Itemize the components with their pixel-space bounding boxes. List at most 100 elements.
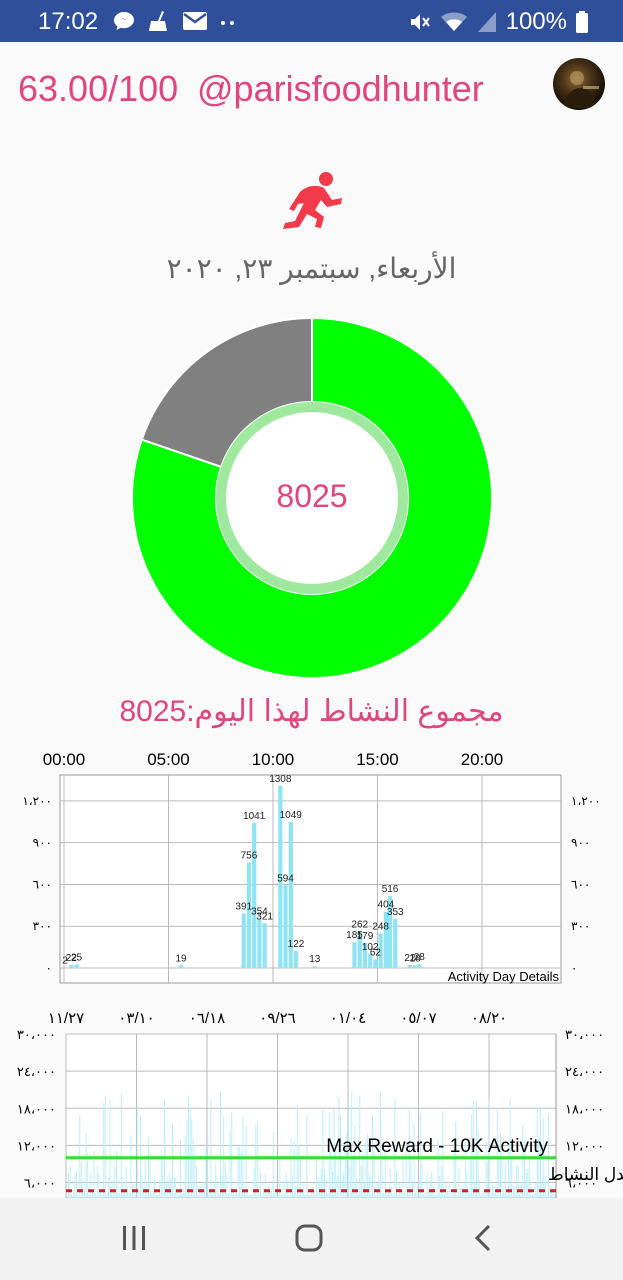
chart2-bar <box>237 1145 239 1198</box>
chart1-bar <box>352 942 357 968</box>
chart2-y-tick-right: ٢٤،٠٠٠ <box>565 1064 604 1079</box>
chart1-bar-label: 13 <box>309 954 321 965</box>
chart1-bar <box>312 966 317 968</box>
chart2-bar <box>527 1169 529 1198</box>
chart2-bar <box>138 1190 140 1198</box>
notification-icons <box>112 9 238 33</box>
chart1-bar-label: 248 <box>372 921 389 932</box>
chart2-bar <box>141 1174 143 1198</box>
date-label: الأربعاء, سبتمبر ٢٣, ٢٠٢٠ <box>166 253 457 284</box>
dots-icon <box>221 21 234 25</box>
chart1-bar <box>393 918 398 968</box>
chart2-bar <box>391 1186 393 1198</box>
chart2-bar <box>448 1181 450 1198</box>
chart2-bar <box>74 1177 76 1198</box>
chart2-bar <box>85 1133 87 1198</box>
cleaner-icon <box>149 11 167 31</box>
chart1-bar-label: 62 <box>370 947 382 958</box>
chart2-bar <box>504 1162 506 1198</box>
chart2-bar <box>144 1160 146 1198</box>
chart2-bar <box>136 1106 138 1198</box>
chart2-x-tick: ٠٩/٢٦ <box>259 1010 295 1027</box>
chart2-bar <box>317 1177 319 1198</box>
username-label[interactable]: @parisfoodhunter <box>197 68 484 110</box>
chart1-bar-label: 122 <box>288 939 305 950</box>
chart2-bar <box>196 1166 197 1198</box>
chart1-bar <box>178 965 184 968</box>
chart2-bar <box>173 1176 175 1198</box>
chart2-bar <box>439 1176 441 1198</box>
signal-icon <box>477 12 496 32</box>
back-button[interactable] <box>468 1222 500 1254</box>
chart1-y-tick-right: ١،٢٠٠ <box>571 794 601 808</box>
chart2-bar <box>162 1154 164 1198</box>
chart2-bar <box>82 1180 84 1198</box>
chart2-y-tick-right: ١٨،٠٠٠ <box>565 1101 604 1116</box>
chart2-bar <box>108 1177 109 1198</box>
score-label: 63.00/100 <box>18 68 179 109</box>
chart2-bar <box>159 1179 161 1198</box>
chart2-y-tick-left: ١٢،٠٠٠ <box>17 1138 56 1153</box>
steps-count: 8025 <box>276 478 348 514</box>
chart2-bar <box>172 1123 173 1198</box>
chart2-bar <box>226 1175 228 1198</box>
chart1-bar <box>257 918 262 968</box>
chart2-x-tick: ١١/٢٧ <box>48 1010 84 1027</box>
status-time: 17:02 <box>38 8 99 35</box>
chart2-bar <box>271 1187 273 1198</box>
chart1-x-tick: 05:00 <box>147 750 190 769</box>
chart2-bar <box>80 1162 82 1198</box>
chart2-bar <box>229 1131 231 1198</box>
wifi-icon <box>440 12 467 31</box>
runner-icon <box>283 172 342 229</box>
chart2-bar <box>402 1153 404 1198</box>
chart2-bar <box>188 1096 189 1198</box>
chart1-y-tick-right: ٦٠٠ <box>571 877 590 891</box>
chart1-bar <box>74 964 79 968</box>
chart1-bar-label: 262 <box>351 920 368 931</box>
chart2-bar <box>240 1152 242 1198</box>
home-button[interactable] <box>293 1222 325 1254</box>
chart2-bar <box>418 1179 420 1198</box>
chart2-bar <box>421 1164 423 1198</box>
chart2-bar <box>440 1166 442 1198</box>
chart2-bar <box>410 1160 412 1198</box>
chart2-bar <box>428 1189 429 1198</box>
chart2-bar <box>125 1166 127 1198</box>
chart1-bar-label: 1308 <box>269 774 292 785</box>
chart1-bar-label: 25 <box>71 953 83 964</box>
chart2-bar <box>503 1188 505 1198</box>
chart2-bar <box>341 1179 343 1198</box>
chart2-bar <box>431 1170 433 1198</box>
chart1-y-tick-left: ٣٠٠ <box>33 919 52 933</box>
chart1-y-tick-left: ٦٠٠ <box>33 877 52 891</box>
chart2-bar <box>360 1166 362 1198</box>
chart2-bar <box>170 1177 172 1198</box>
chart1-bar-label: 756 <box>241 851 258 862</box>
avatar[interactable] <box>553 58 605 110</box>
chart2-y-tick-right: ١٢،٠٠٠ <box>565 1138 604 1153</box>
chart2-bar <box>426 1173 428 1198</box>
chart1-bar-label: 19 <box>175 953 187 964</box>
chart2-bar <box>404 1190 405 1198</box>
chart2-bar <box>210 1099 212 1198</box>
chart2-x-tick: ٠١/٠٤ <box>330 1010 366 1027</box>
chart2-bar <box>336 1175 338 1198</box>
max-reward-label: Max Reward - 10K Activity <box>326 1136 548 1157</box>
chart2-bar <box>194 1155 196 1198</box>
chart2-bar <box>255 1124 257 1198</box>
chart2-y-tick-left: ١٨،٠٠٠ <box>17 1101 56 1116</box>
chart2-bar <box>293 1140 295 1198</box>
chart2-bar <box>516 1165 517 1198</box>
recents-button[interactable] <box>118 1222 150 1254</box>
chart1-bar-label: 391 <box>235 902 252 913</box>
chart2-bar <box>541 1176 543 1198</box>
chart1-y-tick-right: ٠ <box>571 961 577 975</box>
chart2-bar <box>303 1183 305 1198</box>
chart2-bar <box>109 1099 111 1198</box>
chart2-bar <box>324 1169 325 1198</box>
chart2-bar <box>117 1188 119 1198</box>
chart2-bar <box>517 1164 519 1198</box>
min-reward-label: الحد الأدنى من المكافأة - 5 آلاف من معدل… <box>548 1162 623 1184</box>
chart2-bar <box>290 1137 292 1198</box>
